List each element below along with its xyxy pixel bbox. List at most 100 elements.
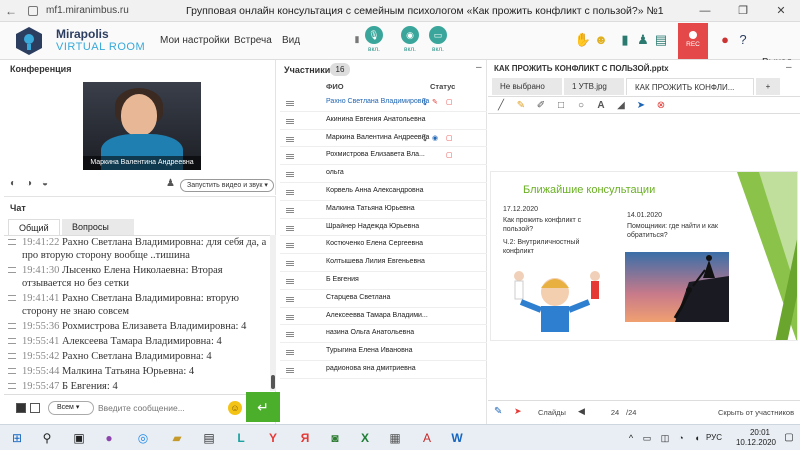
language-flag-icon[interactable]: ●	[716, 31, 734, 49]
file-explorer-icon[interactable]: ▰	[168, 429, 186, 447]
message-menu-icon[interactable]	[8, 383, 16, 389]
menu-my-settings[interactable]: Мои настройки	[160, 35, 230, 46]
text-color-icon[interactable]	[16, 403, 26, 413]
participant-row[interactable]: Старцева Светлана	[280, 290, 487, 308]
rectangle-tool-icon[interactable]: □	[554, 99, 568, 113]
participant-row[interactable]: Алексеевва Тамара Владими...	[280, 308, 487, 326]
participant-row[interactable]: Шрайнер Надежда Юрьевна	[280, 219, 487, 237]
pointer-tool-icon[interactable]: ➤	[634, 99, 648, 113]
participant-row[interactable]: Рохмистрова Елизавета Вла... ▢	[280, 147, 487, 166]
video-feed[interactable]: Маркина Валентина Андреевна	[83, 82, 201, 170]
tab-general[interactable]: Общий	[8, 219, 60, 235]
mic-settings-icon[interactable]: ◑	[26, 178, 32, 189]
participant-row[interactable]: ольга	[280, 165, 487, 183]
participant-menu-icon[interactable]	[286, 118, 294, 124]
participant-menu-icon[interactable]	[286, 350, 294, 356]
participant-menu-icon[interactable]	[286, 225, 294, 231]
tab-image-file[interactable]: 1 УТВ.jpg	[564, 78, 624, 95]
participant-menu-icon[interactable]	[286, 278, 294, 284]
participant-row[interactable]: Колтышева Лилия Евгеньевна	[280, 254, 487, 272]
edge-icon[interactable]: ◎	[134, 429, 152, 447]
participant-row[interactable]: радионова яна дмитриевна	[280, 361, 487, 379]
camera-settings-icon[interactable]: ◐	[10, 178, 16, 189]
calculator-icon[interactable]: ▦	[386, 429, 404, 447]
statistics-icon[interactable]: ▮	[616, 31, 634, 49]
minimize-icon[interactable]: —	[686, 0, 724, 22]
slide-number-input[interactable]: 24	[608, 406, 622, 419]
message-input[interactable]	[98, 400, 222, 416]
emoji-status-icon[interactable]: ☻	[592, 31, 610, 49]
participant-menu-icon[interactable]	[286, 154, 294, 160]
raise-hand-icon[interactable]: ✋	[574, 31, 592, 49]
participant-menu-icon[interactable]	[286, 207, 294, 213]
word-icon[interactable]: W	[448, 429, 466, 447]
clear-tool-icon[interactable]: ⊗	[654, 99, 668, 113]
layout-icon[interactable]: ▤	[652, 31, 670, 49]
maximize-icon[interactable]: ❐	[724, 0, 762, 22]
participant-row[interactable]: Б Евгения	[280, 272, 487, 290]
back-arrow-icon[interactable]: ←	[0, 4, 22, 18]
notifications-icon[interactable]: ▢	[780, 429, 798, 447]
slides-label[interactable]: Слайды	[538, 408, 566, 417]
app-l-icon[interactable]: L	[232, 429, 250, 447]
message-menu-icon[interactable]	[8, 368, 16, 374]
store-icon[interactable]: ▤	[200, 429, 218, 447]
clock-time[interactable]: 20:01	[740, 428, 780, 437]
yandex-icon[interactable]: Я	[296, 429, 314, 447]
participant-row[interactable]: Малкина Татьяна Юрьевна	[280, 201, 487, 219]
participant-menu-icon[interactable]	[286, 101, 294, 106]
recipient-dropdown[interactable]: Всем ▾	[48, 401, 94, 415]
speaker-icon[interactable]: ◒	[42, 178, 48, 189]
message-menu-icon[interactable]	[8, 239, 16, 245]
clock-date[interactable]: 10.12.2020	[730, 438, 782, 447]
site-info-icon[interactable]	[28, 5, 38, 16]
menu-view[interactable]: Вид	[282, 35, 300, 46]
participant-menu-icon[interactable]	[286, 261, 294, 267]
message-menu-icon[interactable]	[8, 353, 16, 359]
participant-row[interactable]: Турыгина Елена Ивановна	[280, 343, 487, 361]
minimize-panel-icon[interactable]: –	[786, 62, 792, 73]
fill-tool-icon[interactable]: ◢	[614, 99, 628, 113]
pencil-tool-icon[interactable]: ✎	[514, 99, 528, 113]
add-tab-button[interactable]: +	[756, 78, 780, 95]
send-button[interactable]: ↵	[246, 392, 280, 422]
participant-row[interactable]: Маркина Валентина Андреевна 🎙 ◉ ▢	[280, 130, 487, 148]
participant-menu-icon[interactable]	[286, 243, 294, 249]
participant-menu-icon[interactable]	[286, 296, 294, 302]
participant-menu-icon[interactable]	[286, 367, 294, 373]
participant-menu-icon[interactable]	[286, 332, 294, 338]
chat-message-list[interactable]: 19:41:22 Рахно Светлана Владимировна: дл…	[4, 235, 270, 391]
participant-row[interactable]: назина Ольга Анатольевна	[280, 325, 487, 344]
participant-menu-icon[interactable]	[286, 136, 294, 142]
marker-tool-icon[interactable]: ✐	[534, 99, 548, 113]
tab-questions[interactable]: Вопросы	[62, 219, 134, 235]
volume-icon[interactable]: ◖	[688, 429, 706, 447]
address-bar[interactable]: mf1.miranimbus.ru	[46, 5, 166, 16]
tab-not-selected[interactable]: Не выбрано	[492, 78, 562, 95]
language-indicator[interactable]: РУС	[706, 433, 722, 442]
alice-icon[interactable]: ●	[100, 429, 118, 447]
participant-row[interactable]: Акинина Евгения Анатольевна	[280, 112, 487, 130]
pointer-icon[interactable]: ➤	[514, 406, 522, 417]
message-menu-icon[interactable]	[8, 267, 16, 273]
chat-scrollbar[interactable]	[270, 235, 276, 391]
windows-start-icon[interactable]: ⊞	[8, 429, 26, 447]
background-color-icon[interactable]	[30, 403, 40, 413]
hide-from-participants-button[interactable]: Скрыть от участников	[718, 408, 794, 417]
message-menu-icon[interactable]	[8, 323, 16, 329]
tab-presentation-file[interactable]: КАК ПРОЖИТЬ КОНФЛИ...	[626, 78, 754, 95]
users-group-icon[interactable]: ♟	[634, 31, 652, 49]
record-button[interactable]: REC	[678, 23, 708, 59]
circle-tool-icon[interactable]: ○	[574, 99, 588, 113]
participant-menu-icon[interactable]	[286, 314, 294, 320]
mic-toggle[interactable]: 🎙 вкл.	[362, 26, 386, 53]
app-green-icon[interactable]: ◙	[326, 429, 344, 447]
network-icon[interactable]: ▭	[638, 429, 656, 447]
participant-row[interactable]: Рахно Светлана Владимировна 🎙 ✎ ▢	[280, 94, 487, 112]
minimize-panel-icon[interactable]: –	[476, 62, 482, 73]
prev-slide-icon[interactable]: ◀	[578, 406, 585, 417]
text-tool-icon[interactable]: A	[594, 99, 608, 113]
emoji-icon[interactable]: ☺	[228, 401, 242, 415]
close-icon[interactable]: ✕	[762, 0, 800, 22]
participant-row[interactable]: Костюченко Елена Сергеевна	[280, 236, 487, 255]
